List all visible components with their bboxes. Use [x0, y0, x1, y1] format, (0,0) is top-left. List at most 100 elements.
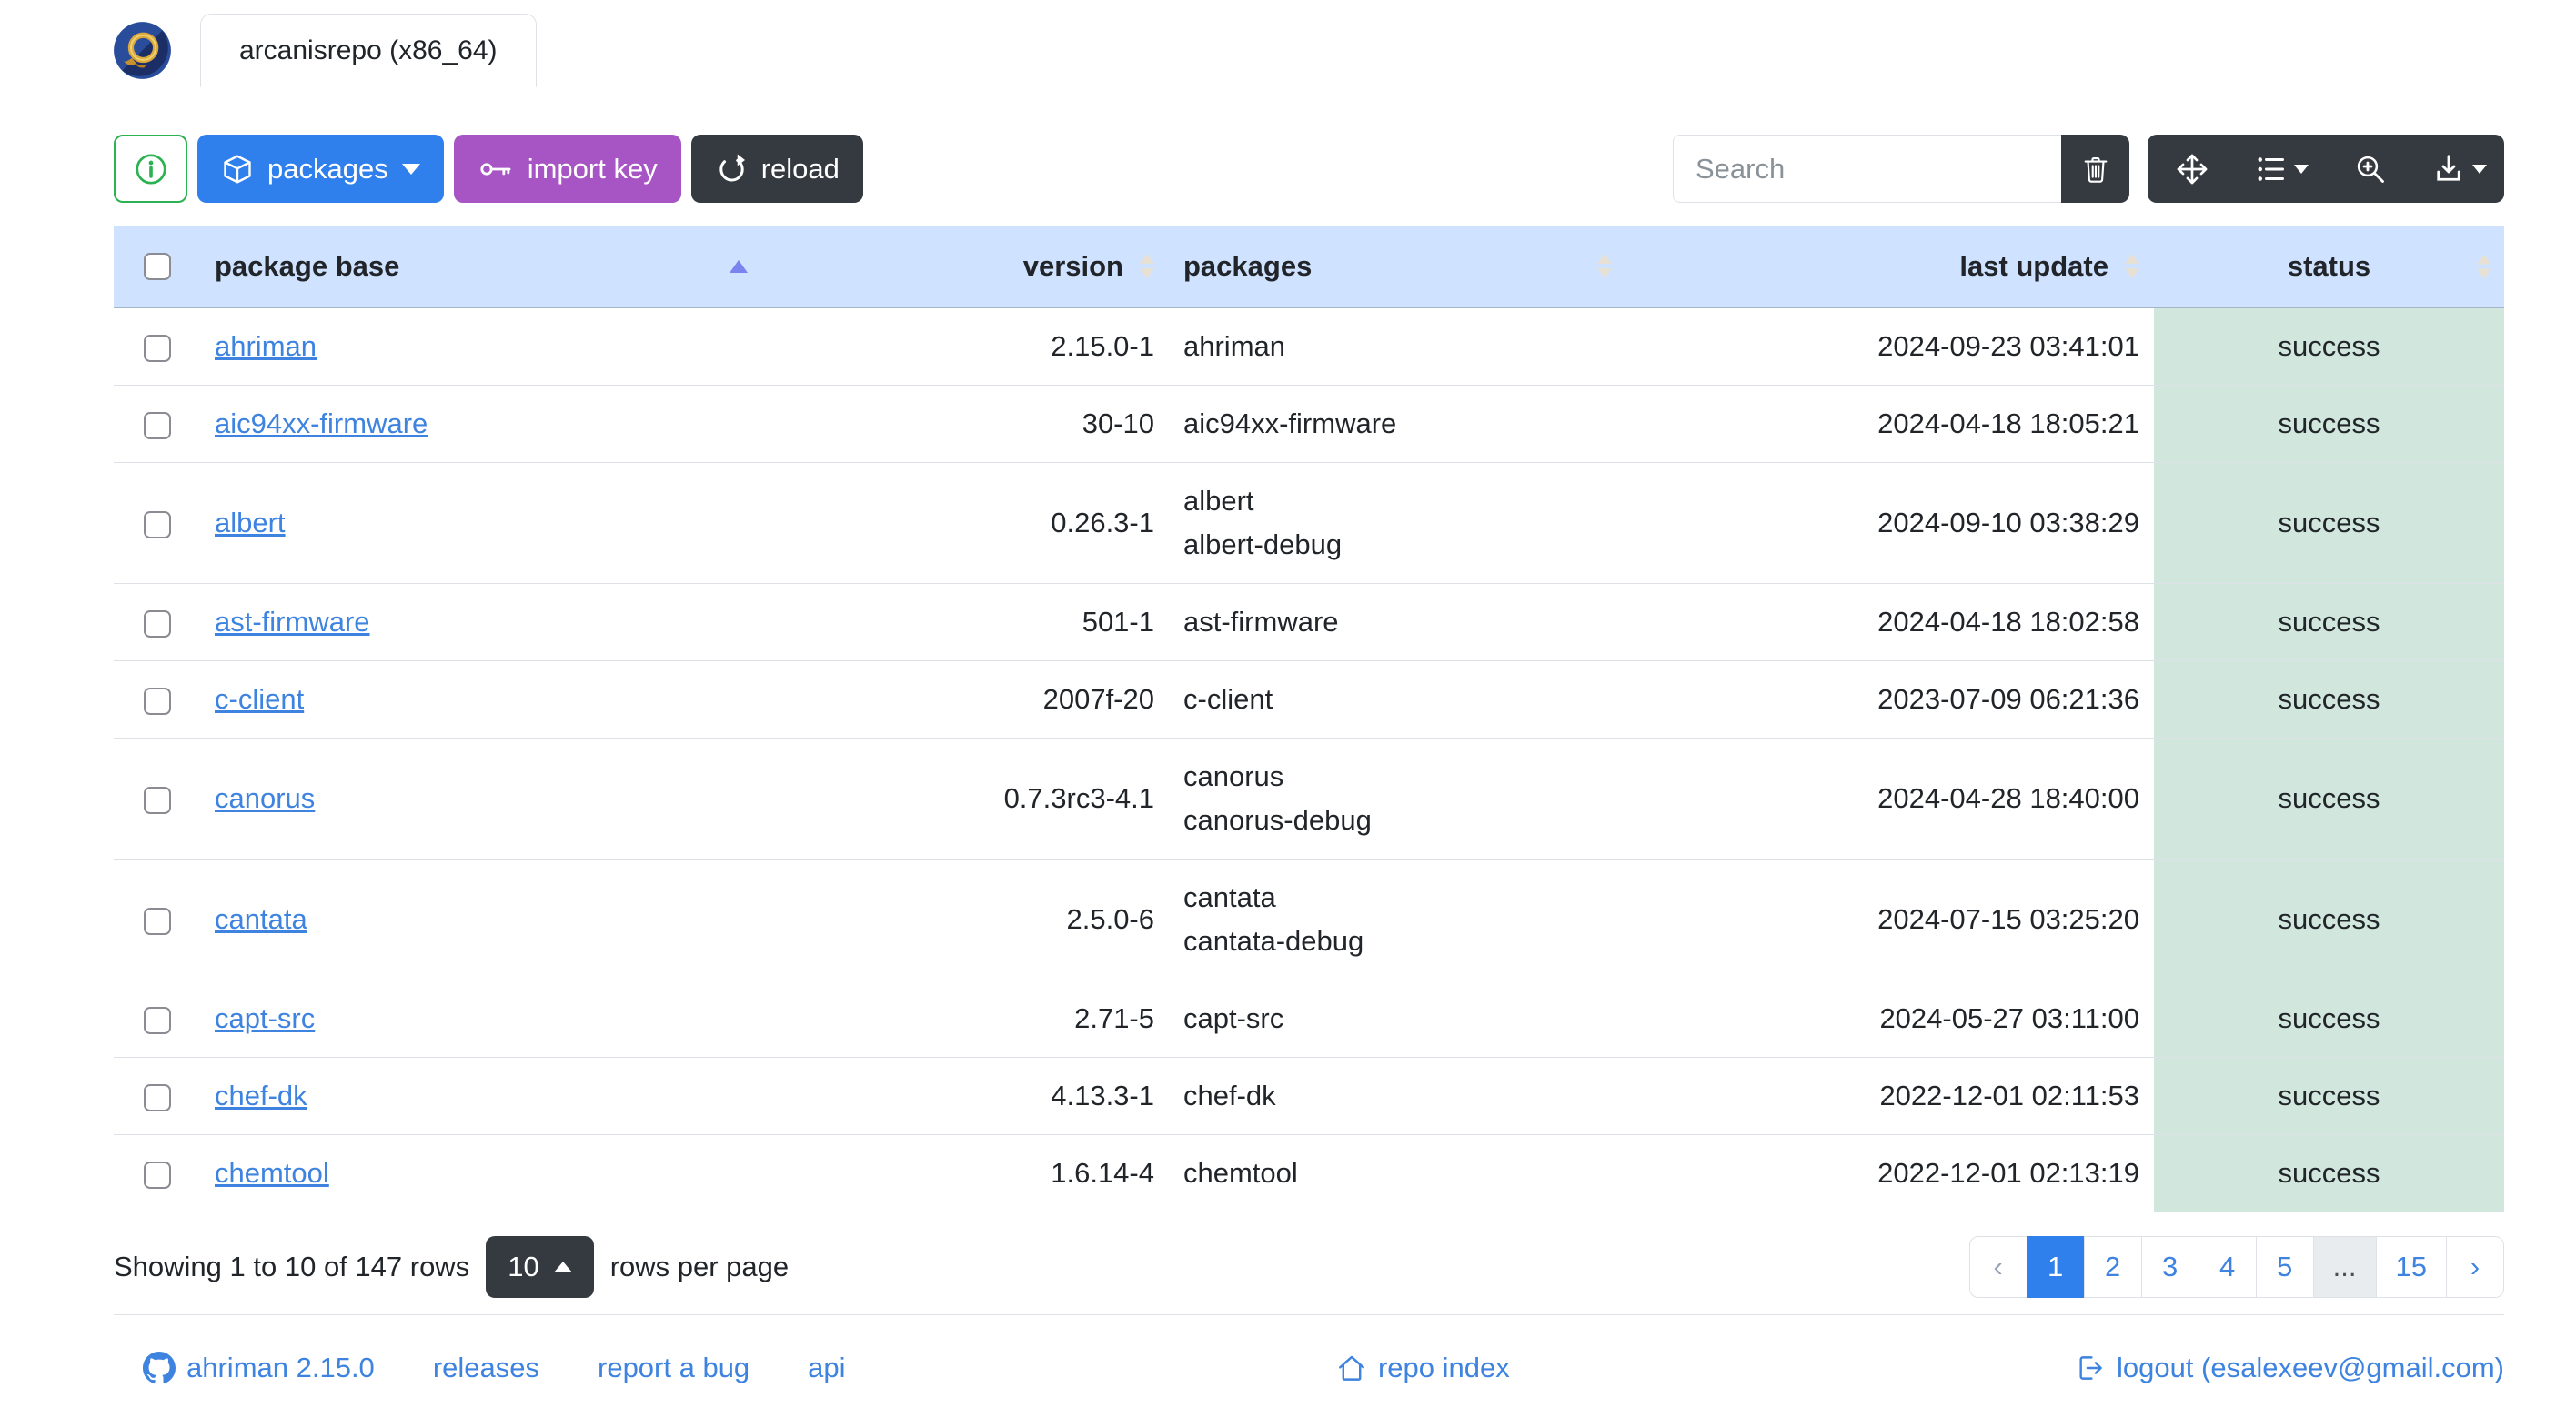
footer-divider: [114, 1314, 2504, 1315]
footer-center: repo index: [1336, 1352, 1510, 1384]
page-link[interactable]: 4: [2198, 1236, 2257, 1298]
status-badge: success: [2278, 507, 2380, 538]
repository-tab-label: arcanisrepo (x86_64): [239, 35, 498, 65]
version-cell: 501-1: [762, 583, 1169, 661]
page-container: arcanisrepo (x86_64) packages import key: [114, 14, 2504, 1395]
package-base-link[interactable]: aic94xx-firmware: [215, 407, 428, 439]
header-label: package base: [215, 249, 400, 282]
package-base-link[interactable]: ahriman: [215, 330, 317, 362]
header-version[interactable]: version: [762, 226, 1169, 308]
package-base-link[interactable]: albert: [215, 507, 286, 538]
reload-icon: [719, 154, 745, 181]
packages-cell: aic94xx-firmware: [1169, 385, 1626, 463]
header-packages[interactable]: packages: [1169, 226, 1626, 308]
row-checkbox[interactable]: [144, 1161, 171, 1189]
page-size-dropdown[interactable]: 10: [486, 1236, 594, 1298]
repository-tab[interactable]: arcanisrepo (x86_64): [200, 14, 537, 87]
page-item-1: 1: [2026, 1236, 2085, 1298]
header-status[interactable]: status: [2154, 226, 2504, 308]
row-checkbox[interactable]: [144, 1083, 171, 1111]
chevron-down-icon: [401, 163, 420, 175]
package-name: albert-debug: [1183, 528, 1343, 560]
select-all-checkbox[interactable]: [144, 253, 171, 281]
row-checkbox[interactable]: [144, 1006, 171, 1034]
fullscreen-button[interactable]: [2326, 135, 2415, 203]
status-cell: success: [2154, 859, 2504, 980]
github-version-link[interactable]: ahriman 2.15.0: [143, 1352, 375, 1384]
package-name: chef-dk: [1183, 1080, 1276, 1111]
page-link[interactable]: 5: [2255, 1236, 2314, 1298]
package-base-link[interactable]: ast-firmware: [215, 606, 370, 638]
row-checkbox[interactable]: [144, 334, 171, 362]
row-checkbox[interactable]: [144, 786, 171, 814]
export-dropdown-button[interactable]: [2415, 135, 2504, 203]
row-checkbox[interactable]: [144, 609, 171, 638]
report-bug-link[interactable]: report a bug: [598, 1352, 750, 1384]
sort-icon: [2477, 254, 2491, 278]
page-link[interactable]: ...: [2312, 1236, 2377, 1298]
page-prev-link[interactable]: ‹: [1968, 1236, 2028, 1298]
logout-link[interactable]: logout (esalexeev@gmail.com): [2075, 1352, 2504, 1384]
last-update-cell: 2024-04-18 18:02:58: [1626, 583, 2154, 661]
packages-cell: cantata cantata-debug: [1169, 859, 1626, 980]
row-checkbox[interactable]: [144, 411, 171, 439]
status-badge: success: [2278, 1080, 2380, 1111]
package-name: cantata: [1183, 881, 1276, 913]
packages-dropdown-button[interactable]: packages: [197, 135, 444, 203]
package-base-link[interactable]: c-client: [215, 683, 304, 715]
row-checkbox[interactable]: [144, 510, 171, 538]
info-button[interactable]: [114, 135, 187, 203]
packages-cell: capt-src: [1169, 980, 1626, 1058]
import-key-button[interactable]: import key: [453, 135, 681, 203]
releases-link[interactable]: releases: [433, 1352, 539, 1384]
page-link[interactable]: 1: [2026, 1236, 2085, 1298]
report-bug-label: report a bug: [598, 1352, 750, 1383]
package-base-link[interactable]: capt-src: [215, 1002, 315, 1034]
page-link[interactable]: 15: [2375, 1236, 2447, 1298]
last-update-cell: 2024-07-15 03:25:20: [1626, 859, 2154, 980]
move-columns-button[interactable]: [2148, 135, 2237, 203]
repo-index-link[interactable]: repo index: [1336, 1352, 1510, 1384]
github-version-label: ahriman 2.15.0: [186, 1352, 375, 1383]
sort-asc-icon: [730, 259, 748, 273]
version-cell: 2.15.0-1: [762, 307, 1169, 386]
last-update-cell: 2024-09-23 03:41:01: [1626, 307, 2154, 386]
status-cell: success: [2154, 660, 2504, 739]
footer-left-links: ahriman 2.15.0 releases report a bug api: [114, 1352, 1336, 1384]
page-link[interactable]: 3: [2140, 1236, 2199, 1298]
status-badge: success: [2278, 903, 2380, 935]
columns-dropdown-button[interactable]: [2237, 135, 2326, 203]
github-icon: [143, 1352, 176, 1384]
row-checkbox-cell: [114, 307, 200, 386]
footer: ahriman 2.15.0 releases report a bug api…: [114, 1341, 2504, 1395]
header-label: last update: [1959, 249, 2108, 282]
sort-icon: [2125, 254, 2139, 278]
clear-search-button[interactable]: [2061, 135, 2129, 203]
reload-button[interactable]: reload: [690, 135, 863, 203]
package-base-link[interactable]: chef-dk: [215, 1080, 307, 1111]
package-base-cell: aic94xx-firmware: [200, 385, 762, 463]
api-link[interactable]: api: [808, 1352, 845, 1384]
row-checkbox-cell: [114, 980, 200, 1058]
package-base-link[interactable]: canorus: [215, 782, 315, 814]
package-base-link[interactable]: cantata: [215, 903, 307, 935]
page-link[interactable]: 2: [2083, 1236, 2142, 1298]
status-cell: success: [2154, 307, 2504, 386]
page-prev: ‹: [1968, 1236, 2028, 1298]
table-row: aic94xx-firmware 30-10 aic94xx-firmware …: [114, 385, 2504, 463]
row-checkbox[interactable]: [144, 687, 171, 715]
row-checkbox-cell: [114, 385, 200, 463]
header-label: status: [2287, 249, 2371, 282]
status-cell: success: [2154, 980, 2504, 1058]
last-update-cell: 2022-12-01 02:11:53: [1626, 1057, 2154, 1135]
search-input[interactable]: [1673, 135, 2061, 203]
row-checkbox[interactable]: [144, 907, 171, 935]
row-checkbox-cell: [114, 583, 200, 661]
package-base-link[interactable]: chemtool: [215, 1157, 329, 1189]
key-icon: [480, 162, 511, 176]
header-package-base[interactable]: package base: [200, 226, 762, 308]
table-row: chef-dk 4.13.3-1 chef-dk 2022-12-01 02:1…: [114, 1057, 2504, 1135]
page-next-link[interactable]: ›: [2446, 1236, 2504, 1298]
header-last-update[interactable]: last update: [1626, 226, 2154, 308]
toolbar: packages import key reload: [114, 135, 2504, 203]
